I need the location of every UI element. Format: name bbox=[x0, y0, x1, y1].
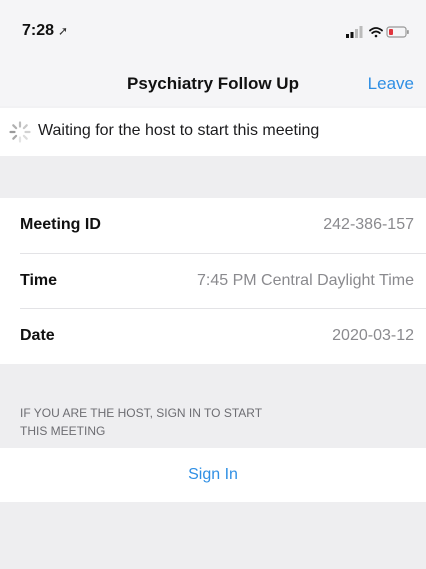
waiting-banner: Waiting for the host to start this meeti… bbox=[0, 108, 426, 156]
nav-bar: Psychiatry Follow Up Leave bbox=[0, 66, 426, 106]
status-time: 7:28 ➚ bbox=[22, 22, 68, 40]
wifi-icon bbox=[369, 27, 383, 38]
host-note-line-2: THIS MEETING bbox=[20, 424, 106, 438]
section-spacer bbox=[0, 156, 426, 198]
meeting-id-label: Meeting ID bbox=[20, 216, 101, 233]
meeting-info-group: Meeting ID 242-386-157 Time 7:45 PM Cent… bbox=[0, 198, 426, 364]
meeting-date-row: Date 2020-03-12 bbox=[0, 309, 426, 364]
meeting-id-row: Meeting ID 242-386-157 bbox=[0, 198, 426, 253]
page-title: Psychiatry Follow Up bbox=[127, 74, 299, 93]
host-note-section: IF YOU ARE THE HOST, SIGN IN TO START TH… bbox=[0, 364, 426, 448]
bottom-spacer bbox=[0, 502, 426, 569]
host-sign-in-note: IF YOU ARE THE HOST, SIGN IN TO START TH… bbox=[20, 404, 340, 440]
meeting-time-row: Time 7:45 PM Central Daylight Time bbox=[0, 254, 426, 309]
location-arrow-icon: ➚ bbox=[58, 24, 69, 38]
meeting-time-value: 7:45 PM Central Daylight Time bbox=[197, 272, 414, 289]
meeting-date-label: Date bbox=[20, 327, 55, 344]
spinner-icon bbox=[9, 121, 31, 143]
sign-in-button[interactable]: Sign In bbox=[0, 466, 426, 484]
battery-low-icon bbox=[386, 26, 409, 38]
sign-in-row: Sign In bbox=[0, 448, 426, 502]
meeting-id-value: 242-386-157 bbox=[323, 216, 414, 233]
leave-button[interactable]: Leave bbox=[368, 74, 414, 94]
system-icons bbox=[346, 24, 410, 40]
status-bar: 7:28 ➚ bbox=[0, 0, 426, 66]
cellular-signal-icon bbox=[346, 26, 363, 38]
waiting-message: Waiting for the host to start this meeti… bbox=[38, 122, 320, 139]
host-note-line-1: IF YOU ARE THE HOST, SIGN IN TO START bbox=[20, 406, 263, 420]
meeting-time-label: Time bbox=[20, 272, 58, 289]
meeting-date-value: 2020-03-12 bbox=[332, 327, 414, 344]
status-time-text: 7:28 bbox=[22, 22, 55, 39]
system-icons-svg bbox=[346, 26, 409, 38]
